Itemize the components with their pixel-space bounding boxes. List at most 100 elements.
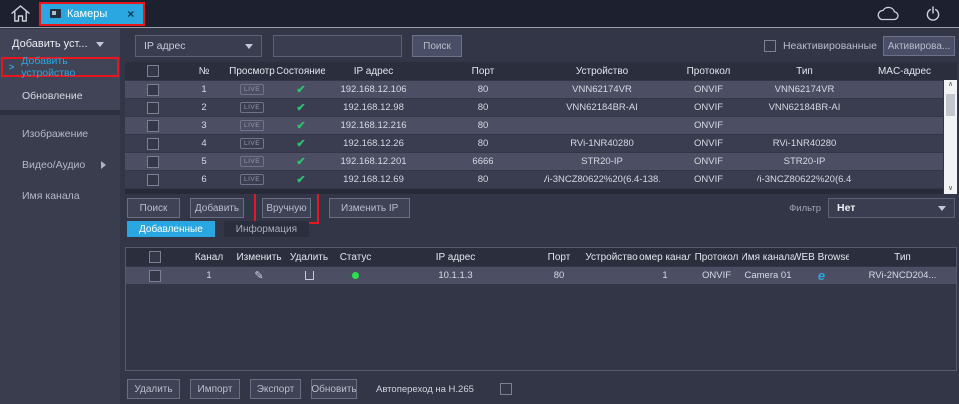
search-field-dropdown[interactable]: IP адрес: [135, 35, 262, 57]
select-all-checkbox[interactable]: [147, 65, 159, 77]
filter-dropdown[interactable]: Нет: [828, 198, 955, 218]
sidebar-item-video-audio[interactable]: Видео/Аудио: [0, 156, 120, 173]
delete-button[interactable]: Удалить: [127, 379, 180, 399]
filter-label: Фильтр: [789, 203, 821, 214]
home-button[interactable]: [6, 2, 34, 26]
export-button[interactable]: Экспорт: [250, 379, 301, 399]
search-input[interactable]: [273, 35, 402, 57]
device-number: 6: [181, 174, 227, 185]
actions-row: Поиск Добавить Вручную Изменить IP Фильт…: [127, 197, 957, 219]
tab-cameras[interactable]: Камеры ×: [41, 4, 143, 24]
activate-button[interactable]: Активирова...: [883, 36, 955, 56]
device-protocol: ONVIF: [660, 174, 757, 185]
tab-added[interactable]: Добавленные: [127, 221, 215, 237]
filter-value: Нет: [837, 202, 855, 214]
device-ip: 192.168.12.98: [325, 102, 422, 113]
inactive-checkbox[interactable]: [764, 40, 776, 52]
scrollbar-thumb[interactable]: [946, 94, 955, 116]
lower-tabs: Добавленные Информация: [127, 221, 959, 237]
edit-cell: ✎: [234, 269, 284, 282]
edit-icon[interactable]: ✎: [254, 269, 263, 282]
add-button[interactable]: Добавить: [190, 198, 244, 218]
annotation-box-tab: Камеры ×: [39, 2, 145, 26]
column-header: Тип: [849, 252, 956, 263]
row-checkbox[interactable]: [147, 138, 159, 150]
device-port: 80: [422, 120, 544, 131]
trash-icon[interactable]: [305, 271, 314, 280]
inactive-label: Неактивированные: [783, 40, 877, 52]
chevron-down-icon: [938, 206, 946, 211]
live-button[interactable]: LIVE: [240, 174, 264, 185]
status-cell: ✔: [277, 155, 325, 168]
select-all-checkbox-cell: [125, 65, 181, 77]
sidebar-divider: [0, 110, 120, 115]
sidebar: Добавить уст... > Добавить устройство Об…: [0, 29, 120, 404]
import-button[interactable]: Импорт: [190, 379, 240, 399]
device-row[interactable]: 4LIVE✔192.168.12.2680RVi-1NR40280ONVIFRV…: [125, 135, 943, 152]
scroll-up-icon[interactable]: ∧: [948, 81, 953, 89]
live-button[interactable]: LIVE: [240, 84, 264, 95]
browser-icon[interactable]: e: [818, 268, 825, 283]
device-device: RVi-1NR40280: [544, 138, 660, 149]
preview-cell: LIVE: [227, 102, 277, 113]
row-checkbox-cell: [126, 270, 184, 282]
added-channel_no: 1: [639, 270, 691, 281]
device-port: 80: [422, 174, 544, 185]
column-header: Просмотр: [227, 66, 277, 77]
device-protocol: ONVIF: [660, 138, 757, 149]
device-number: 3: [181, 120, 227, 131]
search-devices-button[interactable]: Поиск: [127, 198, 180, 218]
device-row[interactable]: 2LIVE✔192.168.12.9880VNN62184BR-AIONVIFV…: [125, 99, 943, 116]
annotation-box-add-device: > Добавить устройство: [1, 57, 119, 77]
device-row[interactable]: 5LIVE✔192.168.12.2016666STR20-IPONVIFSTR…: [125, 153, 943, 170]
sidebar-item-update[interactable]: Обновление: [0, 87, 120, 104]
device-row[interactable]: 1LIVE✔192.168.12.10680VNN62174VRONVIFVNN…: [125, 81, 943, 98]
row-checkbox[interactable]: [147, 102, 159, 114]
device-ip: 192.168.12.69: [325, 174, 422, 185]
row-checkbox[interactable]: [149, 270, 161, 282]
added-row[interactable]: 1✎10.1.1.3801ONVIFCamera 01eRVi-2NCD204.…: [126, 267, 956, 284]
select-all-checkbox[interactable]: [149, 251, 161, 263]
live-button[interactable]: LIVE: [240, 120, 264, 131]
scroll-down-icon[interactable]: ∨: [948, 185, 953, 193]
device-port: 80: [422, 102, 544, 113]
sidebar-item-label: Обновление: [22, 90, 83, 102]
tab-information[interactable]: Информация: [224, 221, 309, 237]
manual-button[interactable]: Вручную: [262, 198, 311, 218]
device-row[interactable]: 3LIVE✔192.168.12.21680ONVIF: [125, 117, 943, 134]
auto-h265-label: Автопереход на H.265: [376, 384, 474, 395]
row-checkbox[interactable]: [147, 120, 159, 132]
device-row[interactable]: 6LIVE✔192.168.12.6980RVi-3NCZ80622%20(6.…: [125, 171, 943, 188]
live-button[interactable]: LIVE: [240, 156, 264, 167]
refresh-button[interactable]: Обновить: [311, 379, 357, 399]
close-icon[interactable]: ×: [127, 7, 134, 21]
sidebar-item-label: Имя канала: [22, 190, 80, 202]
web-browse-cell: e: [794, 268, 849, 283]
preview-cell: LIVE: [227, 120, 277, 131]
row-checkbox-cell: [125, 174, 181, 186]
chevron-down-icon: [245, 44, 253, 49]
sidebar-item-image[interactable]: Изображение: [0, 125, 120, 142]
live-button[interactable]: LIVE: [240, 138, 264, 149]
preview-cell: LIVE: [227, 156, 277, 167]
column-header: Номер канала: [639, 252, 691, 263]
row-checkbox[interactable]: [147, 156, 159, 168]
live-button[interactable]: LIVE: [240, 102, 264, 113]
preview-cell: LIVE: [227, 84, 277, 95]
power-icon[interactable]: [925, 6, 941, 22]
scrollbar[interactable]: ∧ ∨: [944, 80, 957, 194]
column-header: Тип: [757, 66, 852, 77]
row-checkbox[interactable]: [147, 174, 159, 186]
sidebar-group-header[interactable]: Добавить уст...: [0, 29, 120, 55]
auto-h265-checkbox[interactable]: [500, 383, 512, 395]
added-table-body: 1✎10.1.1.3801ONVIFCamera 01eRVi-2NCD204.…: [126, 266, 956, 284]
modify-ip-button[interactable]: Изменить IP: [329, 198, 410, 218]
sidebar-item-channel-name[interactable]: Имя канала: [0, 187, 120, 204]
sidebar-item-add-device[interactable]: > Добавить устройство: [3, 59, 117, 75]
row-checkbox[interactable]: [147, 84, 159, 96]
row-checkbox-cell: [125, 84, 181, 96]
column-header: WEB Browse: [794, 252, 849, 263]
device-number: 2: [181, 102, 227, 113]
search-button[interactable]: Поиск: [412, 35, 462, 57]
cloud-icon[interactable]: [875, 6, 901, 21]
